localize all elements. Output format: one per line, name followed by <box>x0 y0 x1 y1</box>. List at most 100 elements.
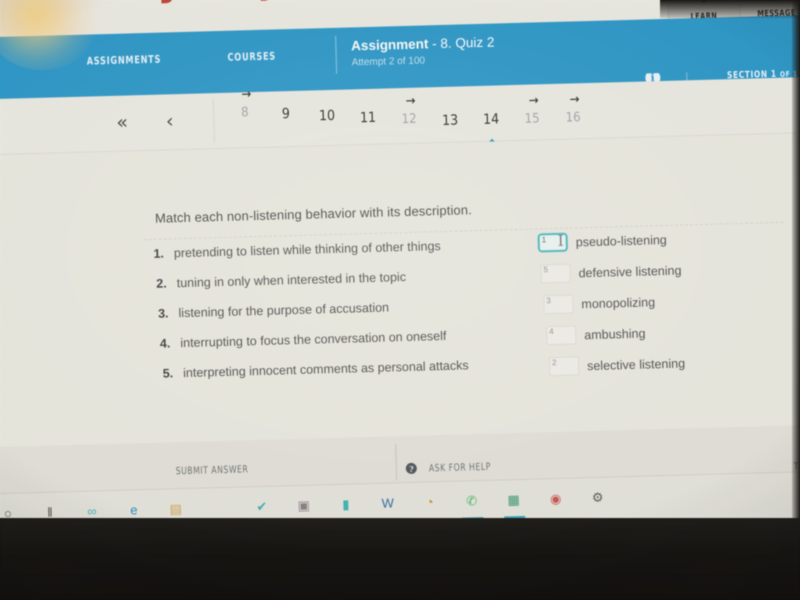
page-arrow-icon: → <box>241 87 252 103</box>
pager-page-list: → 8 9 10 11 → 12 13 14 → 15 → 16 <box>224 87 594 149</box>
pager-page-number: 10 <box>318 107 336 125</box>
match-left-item: 1. pretending to listen while thinking of… <box>144 239 441 261</box>
match-answer-label: defensive listening <box>578 263 682 280</box>
microsoft-store-icon[interactable]: ▣ <box>296 498 311 513</box>
match-right-item: 5 defensive listening <box>540 261 682 284</box>
page-arrow-icon: → <box>569 92 580 108</box>
taskbar-slot: ◔ <box>409 494 451 510</box>
pager-page-number: 11 <box>359 109 377 127</box>
pager-page-15[interactable]: → 15 <box>511 93 552 127</box>
taskbar-slot: ✔ <box>241 498 283 514</box>
match-answer-label: selective listening <box>586 355 686 373</box>
assignment-title-line: Assignment - 8. Quiz 2 <box>351 35 495 56</box>
attempt-counter: Attempt 2 of 100 <box>351 55 426 69</box>
match-answer-input[interactable]: 4 <box>546 325 577 346</box>
match-item-number: 3. <box>157 306 169 321</box>
pager-page-12[interactable]: → 12 <box>388 94 429 130</box>
screen-bezel-top <box>660 0 800 18</box>
taskbar-slot: ∞ <box>71 503 113 519</box>
file-explorer-icon[interactable]: ▤ <box>168 501 183 516</box>
pager-page-11[interactable]: 11 <box>347 109 389 131</box>
match-answer-label: ambushing <box>584 326 646 342</box>
pager-page-9[interactable]: 9 <box>265 106 307 134</box>
nav-item-assignments[interactable]: ASSIGNMENTS <box>87 54 162 68</box>
match-left-item: 4. interrupting to focus the conversation… <box>150 328 447 351</box>
match-right-item: 2 selective listening <box>548 353 686 377</box>
match-right-item: 4 ambushing <box>546 324 646 346</box>
pager-page-number: 14 <box>482 111 500 128</box>
match-left-item: 5. interpreting innocent comments as pers… <box>153 358 469 381</box>
assignment-label: Assignment <box>350 36 429 54</box>
assignment-info: Assignment - 8. Quiz 2 Attempt 2 of 100 <box>351 35 495 70</box>
pager-page-13[interactable]: 13 <box>429 112 470 129</box>
matching-rows: 1. pretending to listen while thinking of… <box>0 228 800 392</box>
screen-photo: Odysseyware® LEARN MESSAGE <box>0 0 800 600</box>
pager-page-14[interactable]: 14 <box>470 111 511 149</box>
match-item-text: interpreting innocent comments as person… <box>182 358 469 381</box>
taskbar-slot: e <box>113 502 155 518</box>
taskbar-slot: ▣ <box>283 497 325 513</box>
checkmark-app-icon[interactable]: ✔ <box>254 499 269 514</box>
edge-browser-icon[interactable]: e <box>126 502 141 517</box>
action-divider <box>395 444 398 481</box>
settings-gear-icon[interactable]: ⚙ <box>590 490 605 505</box>
pager-page-number: 8 <box>240 105 249 121</box>
screen-bezel-right <box>792 0 800 520</box>
nav-divider <box>334 35 337 74</box>
taskbar-slot: ▦ <box>493 492 535 508</box>
assignment-title: - 8. Quiz 2 <box>428 34 495 52</box>
clock-app-icon[interactable]: ◔ <box>422 494 437 509</box>
match-answer-input[interactable]: 3 <box>543 294 574 315</box>
odysseyware-logo[interactable]: Odysseyware® <box>94 0 406 6</box>
pager-page-number: 12 <box>401 111 417 128</box>
match-right-item: 1 Ipseudo-listening <box>537 230 668 253</box>
match-item-number: 5. <box>162 366 174 381</box>
word-icon[interactable]: W <box>380 495 395 510</box>
taskbar-slot: W <box>367 495 409 511</box>
pager-page-number: 13 <box>441 112 459 129</box>
taskbar-slot: ◉ <box>535 490 577 506</box>
nav-item-courses[interactable]: COURSES <box>227 50 276 63</box>
excel-icon[interactable]: ▦ <box>506 492 521 507</box>
pager-page-number: 16 <box>565 110 581 126</box>
match-answer-label: pseudo-listening <box>575 232 667 249</box>
match-answer-input[interactable]: 1 <box>537 232 569 253</box>
chrome-icon[interactable]: ◉ <box>548 491 563 506</box>
match-item-text: interrupting to focus the conversation o… <box>180 328 447 351</box>
match-item-text: pretending to listen while thinking of o… <box>173 239 441 261</box>
match-item-number: 4. <box>159 336 171 351</box>
pager-page-16[interactable]: → 16 <box>552 92 593 126</box>
question-mark-icon[interactable]: ? <box>405 462 417 475</box>
taskbar-slot: ▤ <box>155 501 197 517</box>
brand-name: Odysseyware <box>94 0 392 6</box>
question-prompt: Match each non-listening behavior with i… <box>154 202 473 226</box>
taskbar-slot: ▮ <box>325 496 367 512</box>
taskbar-slot: ⚙ <box>576 489 618 505</box>
match-item-text: tuning in only when interested in the to… <box>176 270 407 291</box>
match-answer-input[interactable]: 2 <box>548 356 580 377</box>
teal-app-icon[interactable]: ▮ <box>338 497 353 512</box>
pager-previous-button[interactable]: ‹ <box>160 110 180 132</box>
submit-answer-button[interactable]: SUBMIT ANSWER <box>176 464 249 477</box>
match-left-item: 2. tuning in only when interested in the … <box>147 270 407 291</box>
page-arrow-icon: → <box>528 93 539 109</box>
whatsapp-icon[interactable]: ✆ <box>464 493 479 508</box>
screen-bezel-bottom <box>0 518 800 600</box>
match-item-number: 1. <box>153 246 165 261</box>
cortana-icon[interactable]: ∞ <box>84 503 99 518</box>
match-answer-label: monopolizing <box>581 294 656 311</box>
page-arrow-icon: → <box>405 93 416 109</box>
pager-page-10[interactable]: 10 <box>306 108 348 133</box>
match-item-number: 2. <box>156 276 167 291</box>
taskbar-slot: ✆ <box>451 493 493 509</box>
pager-divider <box>212 98 216 143</box>
ask-for-help-button[interactable]: ASK FOR HELP <box>429 462 491 475</box>
match-answer-input[interactable]: 5 <box>540 263 571 284</box>
pager-first-button[interactable]: « <box>110 111 134 133</box>
pager-page-number: 15 <box>524 111 540 127</box>
match-right-item: 3 monopolizing <box>543 292 656 315</box>
pager-page-8[interactable]: → 8 <box>224 87 266 135</box>
pager-page-number: 9 <box>281 106 291 123</box>
match-item-text: listening for the purpose of accusation <box>178 300 390 321</box>
laptop-screen: Odysseyware® LEARN MESSAGE <box>0 0 800 548</box>
